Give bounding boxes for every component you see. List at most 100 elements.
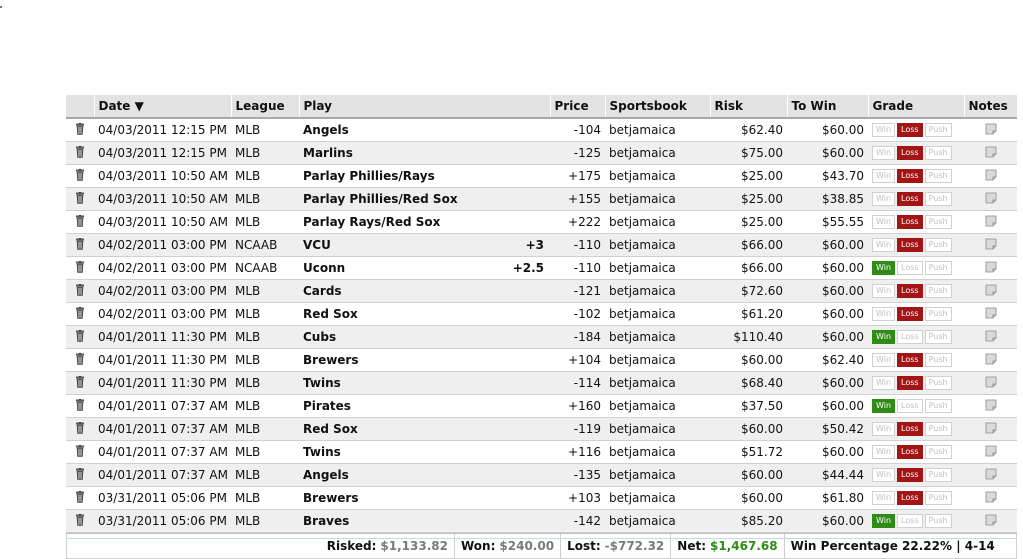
grade-loss-button[interactable]: Loss xyxy=(897,399,923,413)
grade-win-button[interactable]: Win xyxy=(872,215,896,229)
grade-loss-button[interactable]: Loss xyxy=(897,284,923,298)
grade-loss-button[interactable]: Loss xyxy=(897,445,923,459)
grade-push-button[interactable]: Push xyxy=(924,330,952,344)
grade-win-button[interactable]: Win xyxy=(872,307,896,321)
note-icon[interactable] xyxy=(985,399,997,414)
trash-icon[interactable] xyxy=(75,467,85,483)
note-icon[interactable] xyxy=(985,445,997,460)
trash-icon[interactable] xyxy=(75,122,85,138)
header-price[interactable]: Price xyxy=(549,95,605,119)
grade-win-button[interactable]: Win xyxy=(872,238,896,252)
grade-loss-button[interactable]: Loss xyxy=(897,514,923,528)
header-grade[interactable]: Grade xyxy=(867,95,964,119)
grade-loss-button[interactable]: Loss xyxy=(897,422,923,436)
trash-icon[interactable] xyxy=(75,214,85,230)
note-icon[interactable] xyxy=(985,146,997,161)
trash-icon[interactable] xyxy=(75,260,85,276)
grade-win-button[interactable]: Win xyxy=(872,192,896,206)
grade-win-button[interactable]: Win xyxy=(872,422,896,436)
grade-loss-button[interactable]: Loss xyxy=(897,238,923,252)
grade-loss-button[interactable]: Loss xyxy=(897,261,923,275)
note-icon[interactable] xyxy=(985,491,997,506)
grade-push-button[interactable]: Push xyxy=(924,123,952,137)
note-icon[interactable] xyxy=(985,169,997,184)
grade-win-button[interactable]: Win xyxy=(872,353,896,367)
trash-icon[interactable] xyxy=(75,398,85,414)
trash-icon[interactable] xyxy=(75,329,85,345)
grade-loss-button[interactable]: Loss xyxy=(897,491,923,505)
note-icon[interactable] xyxy=(985,376,997,391)
note-icon[interactable] xyxy=(985,238,997,253)
grade-push-button[interactable]: Push xyxy=(924,261,952,275)
note-icon[interactable] xyxy=(985,123,997,138)
header-to-win[interactable]: To Win xyxy=(786,95,868,119)
grade-push-button[interactable]: Push xyxy=(924,215,952,229)
trash-icon[interactable] xyxy=(75,145,85,161)
note-icon[interactable] xyxy=(985,215,997,230)
note-icon[interactable] xyxy=(985,284,997,299)
grade-loss-button[interactable]: Loss xyxy=(897,330,923,344)
note-icon[interactable] xyxy=(985,353,997,368)
grade-win-button[interactable]: Win xyxy=(872,261,896,275)
grade-loss-button[interactable]: Loss xyxy=(897,169,923,183)
grade-push-button[interactable]: Push xyxy=(924,353,952,367)
grade-push-button[interactable]: Push xyxy=(924,514,952,528)
grade-loss-button[interactable]: Loss xyxy=(897,376,923,390)
grade-win-button[interactable]: Win xyxy=(872,284,896,298)
trash-icon[interactable] xyxy=(75,513,85,529)
grade-win-button[interactable]: Win xyxy=(872,146,896,160)
header-play[interactable]: Play xyxy=(298,95,550,119)
note-icon[interactable] xyxy=(985,514,997,529)
cell-price: +116 xyxy=(550,440,605,464)
trash-icon[interactable] xyxy=(75,352,85,368)
grade-push-button[interactable]: Push xyxy=(924,399,952,413)
note-icon[interactable] xyxy=(985,261,997,276)
trash-icon[interactable] xyxy=(75,237,85,253)
trash-icon[interactable] xyxy=(75,306,85,322)
grade-loss-button[interactable]: Loss xyxy=(897,307,923,321)
grade-push-button[interactable]: Push xyxy=(924,284,952,298)
grade-push-button[interactable]: Push xyxy=(924,192,952,206)
grade-loss-button[interactable]: Loss xyxy=(897,468,923,482)
grade-loss-button[interactable]: Loss xyxy=(897,192,923,206)
grade-loss-button[interactable]: Loss xyxy=(897,146,923,160)
note-icon[interactable] xyxy=(985,307,997,322)
trash-icon[interactable] xyxy=(75,191,85,207)
note-icon[interactable] xyxy=(985,192,997,207)
grade-push-button[interactable]: Push xyxy=(924,376,952,390)
header-sportsbook[interactable]: Sportsbook xyxy=(604,95,710,119)
trash-icon[interactable] xyxy=(75,421,85,437)
header-league[interactable]: League xyxy=(230,95,299,119)
grade-win-button[interactable]: Win xyxy=(872,330,896,344)
trash-icon[interactable] xyxy=(75,490,85,506)
grade-win-button[interactable]: Win xyxy=(872,123,896,137)
grade-win-button[interactable]: Win xyxy=(872,514,896,528)
grade-win-button[interactable]: Win xyxy=(872,468,896,482)
trash-icon[interactable] xyxy=(75,168,85,184)
grade-push-button[interactable]: Push xyxy=(924,307,952,321)
grade-win-button[interactable]: Win xyxy=(872,491,896,505)
trash-icon[interactable] xyxy=(75,283,85,299)
grade-push-button[interactable]: Push xyxy=(924,146,952,160)
grade-push-button[interactable]: Push xyxy=(924,445,952,459)
grade-win-button[interactable]: Win xyxy=(872,399,896,413)
grade-push-button[interactable]: Push xyxy=(924,238,952,252)
grade-push-button[interactable]: Push xyxy=(924,422,952,436)
header-notes[interactable]: Notes xyxy=(963,95,1017,119)
trash-icon[interactable] xyxy=(75,444,85,460)
grade-win-button[interactable]: Win xyxy=(872,169,896,183)
note-icon[interactable] xyxy=(985,330,997,345)
grade-loss-button[interactable]: Loss xyxy=(897,353,923,367)
note-icon[interactable] xyxy=(985,468,997,483)
grade-push-button[interactable]: Push xyxy=(924,169,952,183)
grade-push-button[interactable]: Push xyxy=(924,491,952,505)
header-risk[interactable]: Risk xyxy=(709,95,787,119)
trash-icon[interactable] xyxy=(75,375,85,391)
grade-loss-button[interactable]: Loss xyxy=(897,215,923,229)
header-date[interactable]: Date ▼ xyxy=(93,95,231,119)
grade-win-button[interactable]: Win xyxy=(872,376,896,390)
grade-win-button[interactable]: Win xyxy=(872,445,896,459)
grade-loss-button[interactable]: Loss xyxy=(897,123,923,137)
grade-push-button[interactable]: Push xyxy=(924,468,952,482)
note-icon[interactable] xyxy=(985,422,997,437)
